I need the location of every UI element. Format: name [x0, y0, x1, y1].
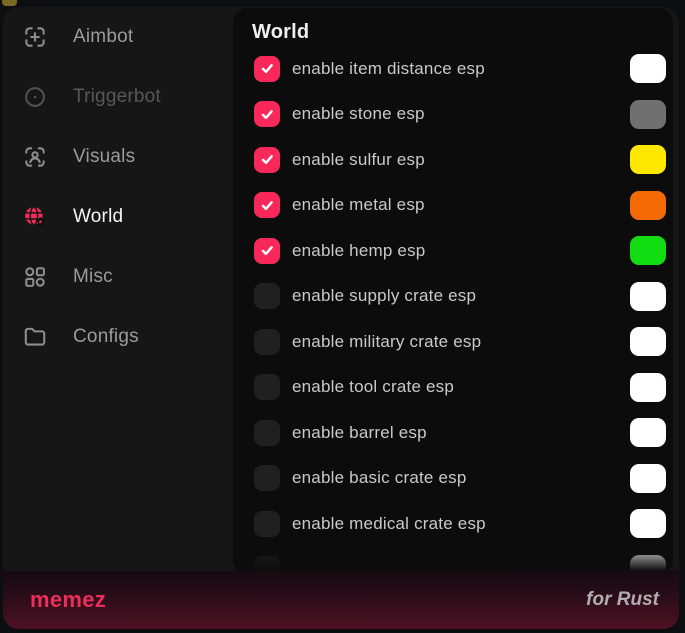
esp-row-label: enable barrel esp: [292, 423, 427, 443]
esp-row[interactable]: enable sulfur esp: [233, 137, 673, 183]
esp-checkbox[interactable]: [254, 238, 280, 264]
esp-row-label: enable item distance esp: [292, 59, 485, 79]
esp-row-label: enable hemp esp: [292, 241, 425, 261]
esp-checkbox[interactable]: [254, 147, 280, 173]
color-swatch[interactable]: [630, 54, 666, 83]
sidebar-item-label: Visuals: [73, 146, 135, 168]
esp-row[interactable]: enable basic crate esp: [233, 456, 673, 502]
folder-icon: [22, 324, 48, 350]
sidebar-item-label: Aimbot: [73, 26, 133, 48]
sidebar-item-label: Configs: [73, 326, 139, 348]
crosshair-icon: [22, 24, 48, 50]
esp-row-label: enable metal esp: [292, 195, 425, 215]
color-swatch[interactable]: [630, 418, 666, 447]
esp-row-list: enable item distance esp enable stone es…: [233, 46, 673, 574]
esp-row-label: enable medical crate esp: [292, 514, 486, 534]
target-circle-icon: [22, 84, 48, 110]
color-swatch[interactable]: [630, 191, 666, 220]
tagline-label: for Rust: [586, 589, 659, 611]
esp-checkbox[interactable]: [254, 56, 280, 82]
panel-title: World: [252, 21, 309, 44]
check-icon: [260, 107, 275, 122]
esp-row[interactable]: enable hemp esp: [233, 228, 673, 274]
cheat-menu-window: Aimbot Triggerbot Visuals World Misc Con…: [3, 7, 679, 629]
esp-row[interactable]: enable item distance esp: [233, 46, 673, 92]
color-swatch[interactable]: [630, 145, 666, 174]
color-swatch[interactable]: [630, 509, 666, 538]
esp-row[interactable]: enable metal esp: [233, 183, 673, 229]
sidebar: Aimbot Triggerbot Visuals World Misc Con…: [3, 7, 233, 367]
check-icon: [260, 198, 275, 213]
esp-row[interactable]: [233, 547, 673, 575]
color-swatch[interactable]: [630, 327, 666, 356]
color-swatch[interactable]: [630, 282, 666, 311]
check-icon: [260, 243, 275, 258]
esp-row-label: enable military crate esp: [292, 332, 481, 352]
esp-checkbox[interactable]: [254, 283, 280, 309]
sidebar-item-visuals[interactable]: Visuals: [3, 127, 233, 187]
brand-label: memez: [30, 587, 106, 613]
sidebar-item-label: Misc: [73, 266, 113, 288]
person-scan-icon: [22, 144, 48, 170]
check-icon: [260, 152, 275, 167]
check-icon: [260, 61, 275, 76]
esp-checkbox[interactable]: [254, 101, 280, 127]
esp-checkbox[interactable]: [254, 374, 280, 400]
game-background-sliver: [2, 0, 17, 6]
esp-checkbox[interactable]: [254, 192, 280, 218]
sidebar-item-configs[interactable]: Configs: [3, 307, 233, 367]
esp-checkbox[interactable]: [254, 465, 280, 491]
esp-row[interactable]: enable tool crate esp: [233, 365, 673, 411]
esp-row-label: enable stone esp: [292, 104, 425, 124]
esp-checkbox[interactable]: [254, 511, 280, 537]
esp-checkbox[interactable]: [254, 329, 280, 355]
color-swatch[interactable]: [630, 464, 666, 493]
esp-row-label: enable supply crate esp: [292, 286, 476, 306]
color-swatch[interactable]: [630, 236, 666, 265]
esp-row-label: enable basic crate esp: [292, 468, 467, 488]
esp-checkbox[interactable]: [254, 420, 280, 446]
esp-row-label: enable sulfur esp: [292, 150, 425, 170]
esp-row[interactable]: enable barrel esp: [233, 410, 673, 456]
sidebar-item-label: Triggerbot: [73, 86, 161, 108]
esp-row-label: enable tool crate esp: [292, 377, 454, 397]
esp-row[interactable]: enable stone esp: [233, 92, 673, 138]
world-panel: World enable item distance esp enable st…: [233, 8, 673, 574]
grid-shapes-icon: [22, 264, 48, 290]
esp-row[interactable]: enable supply crate esp: [233, 274, 673, 320]
color-swatch[interactable]: [630, 373, 666, 402]
footer: memez for Rust: [3, 571, 679, 629]
color-swatch[interactable]: [630, 100, 666, 129]
esp-row[interactable]: enable military crate esp: [233, 319, 673, 365]
sidebar-item-triggerbot[interactable]: Triggerbot: [3, 67, 233, 127]
sidebar-item-label: World: [73, 206, 123, 228]
sidebar-item-world[interactable]: World: [3, 187, 233, 247]
sidebar-item-misc[interactable]: Misc: [3, 247, 233, 307]
globe-star-icon: [22, 204, 48, 230]
sidebar-item-aimbot[interactable]: Aimbot: [3, 7, 233, 67]
esp-row[interactable]: enable medical crate esp: [233, 501, 673, 547]
